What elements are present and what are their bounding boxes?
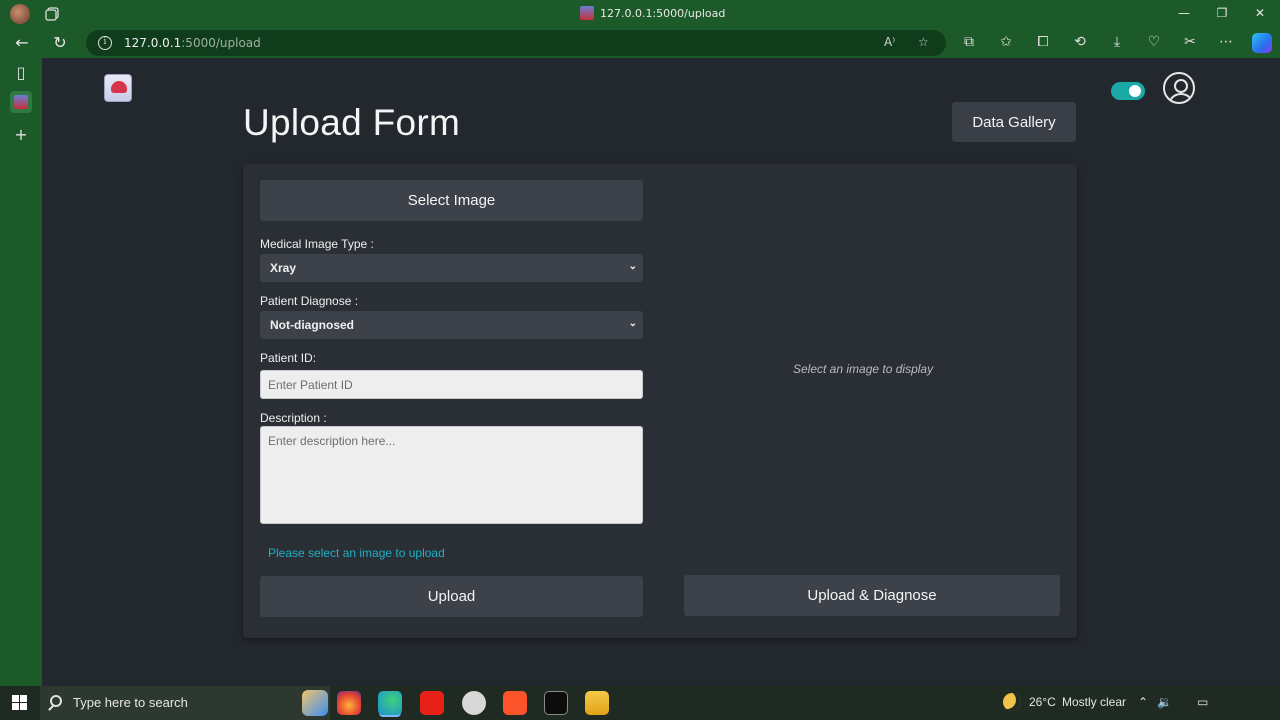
- tab-panel-icon[interactable]: ▯: [10, 62, 32, 84]
- search-placeholder: Type here to search: [73, 695, 188, 710]
- status-message: Please select an image to upload: [268, 546, 445, 560]
- patient-id-input[interactable]: Enter Patient ID: [260, 370, 643, 399]
- windows-start-icon[interactable]: [12, 695, 28, 711]
- browser-essentials-icon[interactable]: ♡: [1145, 33, 1163, 51]
- file-explorer-icon[interactable]: [585, 691, 609, 715]
- address-bar[interactable]: i 127.0.0.1:5000/upload A⁾ ☆: [86, 30, 946, 56]
- description-label: Description :: [260, 411, 327, 425]
- edge-icon[interactable]: [378, 691, 402, 715]
- read-aloud-icon[interactable]: A⁾: [884, 35, 895, 49]
- maximize-icon[interactable]: ❐: [1212, 4, 1232, 22]
- youtube-icon[interactable]: [420, 691, 444, 715]
- search-icon: [50, 695, 62, 707]
- toggle-knob: [1129, 85, 1141, 97]
- new-tab-icon[interactable]: +: [10, 124, 32, 146]
- taskbar-search[interactable]: Type here to search: [40, 686, 330, 720]
- diagnose-label: Patient Diagnose :: [260, 294, 359, 308]
- firefox-icon[interactable]: [337, 691, 361, 715]
- weather-moon-icon: [1003, 693, 1021, 711]
- temperature-text: 26°C: [1029, 695, 1056, 709]
- close-icon[interactable]: ✕: [1250, 4, 1270, 22]
- refresh-icon[interactable]: ↻: [50, 33, 70, 53]
- more-options-icon[interactable]: ⋯: [1217, 33, 1235, 51]
- tray-overflow-icon[interactable]: ⌃: [1138, 695, 1148, 709]
- chevron-down-icon: ⌄: [628, 318, 637, 329]
- collections-icon[interactable]: ⧠: [1034, 33, 1052, 51]
- app-logo[interactable]: [104, 74, 132, 102]
- taskbar: Type here to search 26°C Mostly clear ⌃ …: [0, 686, 1280, 720]
- downloads-icon[interactable]: ⤓: [1108, 33, 1126, 51]
- tab-actions-icon[interactable]: [44, 6, 60, 22]
- upload-diagnose-button[interactable]: Upload & Diagnose: [684, 575, 1060, 616]
- minimize-icon[interactable]: —: [1174, 4, 1194, 22]
- user-profile-icon[interactable]: [1163, 72, 1195, 104]
- window-title: 127.0.0.1:5000/upload: [580, 6, 725, 20]
- patient-id-label: Patient ID:: [260, 351, 317, 365]
- history-icon[interactable]: ⟲: [1071, 33, 1089, 51]
- image-type-label: Medical Image Type :: [260, 237, 374, 251]
- image-type-value: Xray: [270, 261, 297, 275]
- image-preview-placeholder: Select an image to display: [793, 362, 934, 376]
- browser-titlebar: 127.0.0.1:5000/upload — ❐ ✕: [0, 0, 1280, 28]
- page-title: Upload Form: [243, 102, 461, 143]
- profile-avatar[interactable]: [10, 4, 30, 24]
- diagnose-value: Not-diagnosed: [270, 318, 354, 332]
- url-text[interactable]: 127.0.0.1:5000/upload: [124, 36, 261, 50]
- tab-favicon-icon: [14, 95, 28, 109]
- terminal-icon[interactable]: [544, 691, 568, 715]
- vertical-tab-strip: ▯ +: [0, 58, 42, 686]
- weather-text: Mostly clear: [1062, 695, 1127, 709]
- select-image-button[interactable]: Select Image: [260, 180, 643, 221]
- back-icon[interactable]: ←: [12, 33, 32, 53]
- upload-form-card: Select Image Medical Image Type : Xray ⌄…: [243, 164, 1077, 638]
- window-title-text: 127.0.0.1:5000/upload: [600, 6, 726, 20]
- diagnose-select[interactable]: Not-diagnosed ⌄: [260, 311, 643, 339]
- upload-button[interactable]: Upload: [260, 576, 643, 617]
- copilot-icon[interactable]: [1252, 33, 1272, 53]
- favorites-icon[interactable]: ✩: [997, 33, 1015, 51]
- chevron-down-icon: ⌄: [628, 261, 637, 272]
- favorite-star-icon[interactable]: ☆: [918, 35, 929, 49]
- clock-app-icon[interactable]: [462, 691, 486, 715]
- volume-icon[interactable]: 🔉: [1157, 695, 1172, 709]
- tab-upload-page[interactable]: [10, 91, 32, 113]
- notification-icon[interactable]: ▭: [1197, 695, 1208, 709]
- site-favicon-icon: [580, 6, 594, 20]
- search-highlight-icon: [302, 690, 328, 716]
- image-type-select[interactable]: Xray ⌄: [260, 254, 643, 282]
- page-viewport: Upload Form Data Gallery Select Image Me…: [42, 58, 1280, 686]
- theme-toggle[interactable]: [1111, 82, 1145, 100]
- site-info-icon[interactable]: i: [98, 36, 112, 50]
- screenshot-icon[interactable]: ✂: [1181, 33, 1199, 51]
- brave-icon[interactable]: [503, 691, 527, 715]
- description-textarea[interactable]: Enter description here...: [260, 426, 643, 524]
- data-gallery-button[interactable]: Data Gallery: [952, 102, 1076, 142]
- split-screen-icon[interactable]: ⧉: [960, 33, 978, 51]
